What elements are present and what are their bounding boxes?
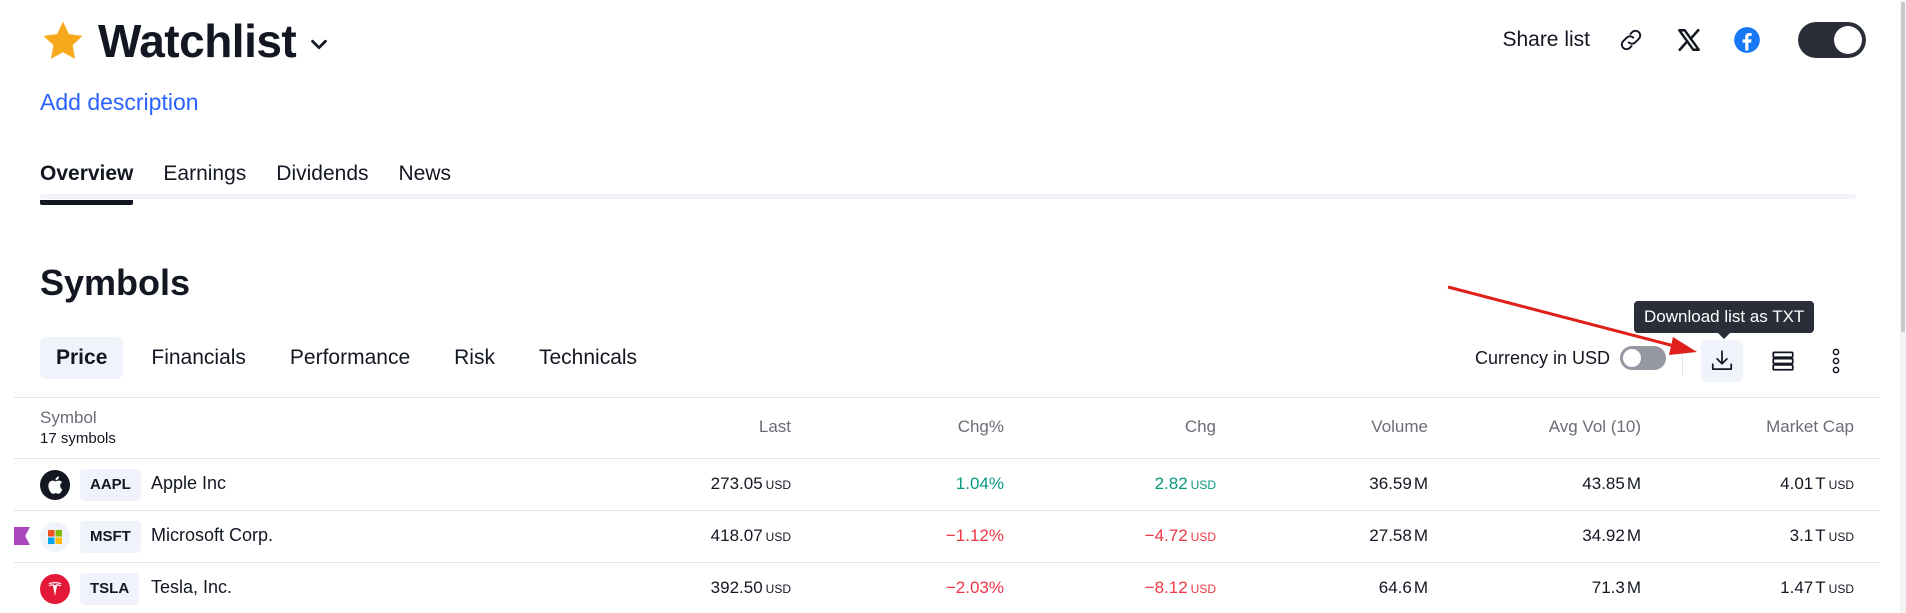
link-icon[interactable] <box>1616 25 1646 55</box>
ticker-badge[interactable]: MSFT <box>80 521 141 553</box>
apple-logo-icon <box>40 470 70 500</box>
cell-chg-pct: −2.03% <box>945 578 1004 597</box>
cell-market-cap: 3.1 T USD <box>1789 526 1854 545</box>
cell-chg: 2.82 USD <box>1154 474 1216 493</box>
rows-icon <box>1772 351 1794 371</box>
add-description-link[interactable]: Add description <box>40 89 199 116</box>
flag-marker-icon[interactable] <box>14 527 30 545</box>
cell-last: 392.50 USD <box>710 578 791 597</box>
watchlist-header: Watchlist <box>40 14 330 68</box>
table-layout-button[interactable] <box>1762 340 1804 382</box>
facebook-icon[interactable] <box>1732 25 1762 55</box>
cell-chg: −4.72 USD <box>1144 526 1216 545</box>
ticker-badge[interactable]: TSLA <box>80 573 140 605</box>
tab-news[interactable]: News <box>399 162 452 205</box>
table-row[interactable]: AAPL Apple Inc 273.05 USD 1.04% 2.82 USD 3… <box>14 459 1880 511</box>
vertical-dots-icon <box>1832 348 1840 374</box>
download-button[interactable] <box>1701 340 1743 382</box>
ticker-badge[interactable]: AAPL <box>80 469 141 501</box>
symbol-column-header[interactable]: Symbol <box>40 408 97 428</box>
column-set-tabs: Price Financials Performance Risk Techni… <box>40 336 665 380</box>
share-bar: Share list <box>1502 18 1866 62</box>
cell-avg-vol: 43.85 M <box>1582 474 1641 493</box>
subtab-risk[interactable]: Risk <box>438 337 511 379</box>
cell-volume: 27.58 M <box>1369 526 1428 545</box>
subtab-price[interactable]: Price <box>40 337 124 379</box>
microsoft-logo-icon <box>40 522 70 552</box>
chevron-down-icon[interactable] <box>308 33 330 55</box>
cell-volume: 64.6 M <box>1378 578 1428 597</box>
star-icon[interactable] <box>40 18 86 64</box>
section-title: Symbols <box>40 262 191 303</box>
cell-avg-vol: 34.92 M <box>1582 526 1641 545</box>
share-toggle[interactable] <box>1798 22 1866 58</box>
subtab-financials[interactable]: Financials <box>135 337 262 379</box>
col-header-avg-vol[interactable]: Avg Vol (10) <box>1549 417 1641 437</box>
cell-chg-pct: −1.12% <box>945 526 1004 545</box>
cell-last: 418.07 USD <box>710 526 791 545</box>
table-row[interactable]: MSFT Microsoft Corp. 418.07 USD −1.12% −4… <box>14 511 1880 563</box>
cell-volume: 36.59 M <box>1369 474 1428 493</box>
symbols-table: Symbol 17 symbols Last Chg% Chg Volume A… <box>14 397 1880 613</box>
col-header-last[interactable]: Last <box>759 417 791 437</box>
download-tooltip: Download list as TXT <box>1634 301 1815 339</box>
col-header-market-cap[interactable]: Market Cap <box>1766 417 1854 437</box>
tab-overview[interactable]: Overview <box>40 162 134 205</box>
tab-dividends[interactable]: Dividends <box>276 162 368 205</box>
company-name[interactable]: Apple Inc <box>151 473 226 494</box>
download-icon <box>1711 350 1733 370</box>
currency-setting: Currency in USD <box>1475 346 1667 370</box>
table-row[interactable]: TSLA Tesla, Inc. 392.50 USD −2.03% −8.12 U… <box>14 563 1880 613</box>
subtab-performance[interactable]: Performance <box>274 337 426 379</box>
cell-chg: −8.12 USD <box>1144 578 1216 597</box>
more-options-button[interactable] <box>1816 340 1856 382</box>
cell-market-cap: 4.01 T USD <box>1780 474 1854 493</box>
tesla-logo-icon <box>40 574 70 604</box>
cell-avg-vol: 71.3 M <box>1591 578 1641 597</box>
share-list-label: Share list <box>1502 28 1590 51</box>
page-scrollbar[interactable] <box>1900 0 1906 613</box>
cell-chg-pct: 1.04% <box>955 474 1004 493</box>
symbol-count: 17 symbols <box>40 430 116 447</box>
toolbar-divider <box>1682 350 1683 376</box>
col-header-chg-pct[interactable]: Chg% <box>958 417 1004 437</box>
company-name[interactable]: Tesla, Inc. <box>151 577 232 598</box>
currency-toggle[interactable] <box>1620 346 1667 370</box>
tab-earnings[interactable]: Earnings <box>163 162 246 205</box>
x-twitter-icon[interactable] <box>1674 25 1704 55</box>
company-name[interactable]: Microsoft Corp. <box>151 525 273 546</box>
cell-market-cap: 1.47 T USD <box>1780 578 1854 597</box>
subtab-technicals[interactable]: Technicals <box>523 337 653 379</box>
currency-label: Currency in USD <box>1475 347 1611 368</box>
main-tabs: Overview Earnings Dividends News <box>40 162 481 205</box>
col-header-volume[interactable]: Volume <box>1371 417 1428 437</box>
watchlist-title[interactable]: Watchlist <box>98 14 297 68</box>
table-header: Symbol 17 symbols Last Chg% Chg Volume A… <box>14 397 1880 459</box>
cell-last: 273.05 USD <box>710 474 791 493</box>
col-header-chg[interactable]: Chg <box>1185 417 1216 437</box>
